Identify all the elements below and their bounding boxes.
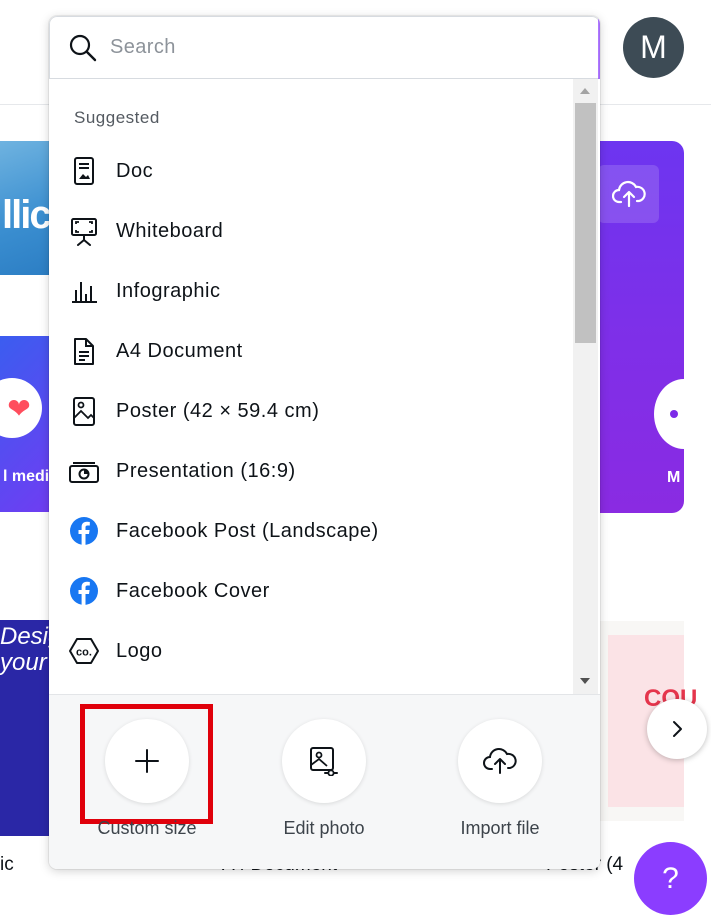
suggestion-label: Facebook Cover xyxy=(116,579,270,602)
doc-icon xyxy=(67,154,101,188)
suggestion-facebook-cover[interactable]: Facebook Cover xyxy=(67,566,567,616)
more-button[interactable] xyxy=(654,379,711,449)
facebook-icon xyxy=(67,574,101,608)
section-title: Suggested xyxy=(74,108,160,127)
suggestion-label: Facebook Post (Landscape) xyxy=(116,519,379,542)
scroll-down-arrow-icon[interactable] xyxy=(580,678,590,684)
suggestion-label: Presentation (16:9) xyxy=(116,459,296,482)
infographic-icon xyxy=(67,274,101,308)
scrollbar[interactable] xyxy=(573,79,598,694)
whiteboard-icon xyxy=(67,214,101,248)
heart-icon: ❤ xyxy=(0,378,42,438)
document-icon xyxy=(67,334,101,368)
thumbnail-text: Desig your xyxy=(0,623,50,676)
scrollbar-thumb[interactable] xyxy=(575,103,596,343)
action-label: Import file xyxy=(460,818,540,838)
suggestion-presentation[interactable]: Presentation (16:9) xyxy=(67,446,567,496)
upload-category-card[interactable]: M xyxy=(598,141,711,513)
scroll-up-arrow-icon[interactable] xyxy=(580,88,590,94)
template-thumbnail[interactable]: llic xyxy=(0,141,50,275)
help-button[interactable]: ? xyxy=(634,842,707,915)
template-thumbnail[interactable]: Desig your xyxy=(0,620,50,836)
suggestion-label: Poster (42 × 59.4 cm) xyxy=(116,399,320,422)
quick-actions-bar: Custom size Edit photo Import file xyxy=(49,694,600,869)
suggestion-facebook-post[interactable]: Facebook Post (Landscape) xyxy=(67,506,567,556)
logo-icon: co. xyxy=(67,634,101,668)
suggestion-logo[interactable]: co. Logo xyxy=(67,626,567,676)
suggestion-label: Doc xyxy=(116,159,154,182)
suggestion-a4-document[interactable]: A4 Document xyxy=(67,326,567,376)
plus-icon xyxy=(105,719,189,803)
suggestion-doc[interactable]: Doc xyxy=(67,146,567,196)
suggestion-label: Logo xyxy=(116,639,163,662)
thumbnail-text: llic xyxy=(2,193,50,237)
category-label: M xyxy=(667,469,681,486)
suggestion-infographic[interactable]: Infographic xyxy=(67,266,567,316)
suggested-list: Suggested Doc Whiteboard Infographic A4 … xyxy=(49,79,600,694)
social-media-category[interactable]: ❤ l medi xyxy=(0,336,50,512)
template-caption: ic xyxy=(0,854,14,875)
edit-photo-button[interactable]: Edit photo xyxy=(254,719,394,839)
search-icon xyxy=(69,34,97,61)
avatar-initial: M xyxy=(640,29,667,65)
svg-text:co.: co. xyxy=(76,647,92,659)
facebook-icon xyxy=(67,514,101,548)
edit-photo-icon xyxy=(282,719,366,803)
action-label: Edit photo xyxy=(283,818,365,838)
suggestion-label: Infographic xyxy=(116,279,221,302)
presentation-icon xyxy=(67,454,101,488)
action-label: Custom size xyxy=(97,818,197,838)
suggestion-label: Whiteboard xyxy=(116,219,224,242)
avatar[interactable]: M xyxy=(623,17,684,78)
upload-icon xyxy=(458,719,542,803)
create-design-dropdown: Suggested Doc Whiteboard Infographic A4 … xyxy=(49,16,600,869)
carousel-next-button[interactable] xyxy=(647,699,707,759)
import-file-button[interactable]: Import file xyxy=(430,719,570,839)
cloud-upload-icon[interactable] xyxy=(598,165,659,223)
focus-indicator xyxy=(598,18,600,79)
chevron-right-icon xyxy=(673,721,682,737)
suggestion-whiteboard[interactable]: Whiteboard xyxy=(67,206,567,256)
help-label: ? xyxy=(662,861,679,895)
suggestion-poster[interactable]: Poster (42 × 59.4 cm) xyxy=(67,386,567,436)
search-bar xyxy=(49,16,600,79)
search-input[interactable] xyxy=(110,36,540,59)
suggestion-label: A4 Document xyxy=(116,339,243,362)
custom-size-button[interactable]: Custom size xyxy=(77,719,217,839)
category-label: l medi xyxy=(3,468,50,485)
poster-icon xyxy=(67,394,101,428)
